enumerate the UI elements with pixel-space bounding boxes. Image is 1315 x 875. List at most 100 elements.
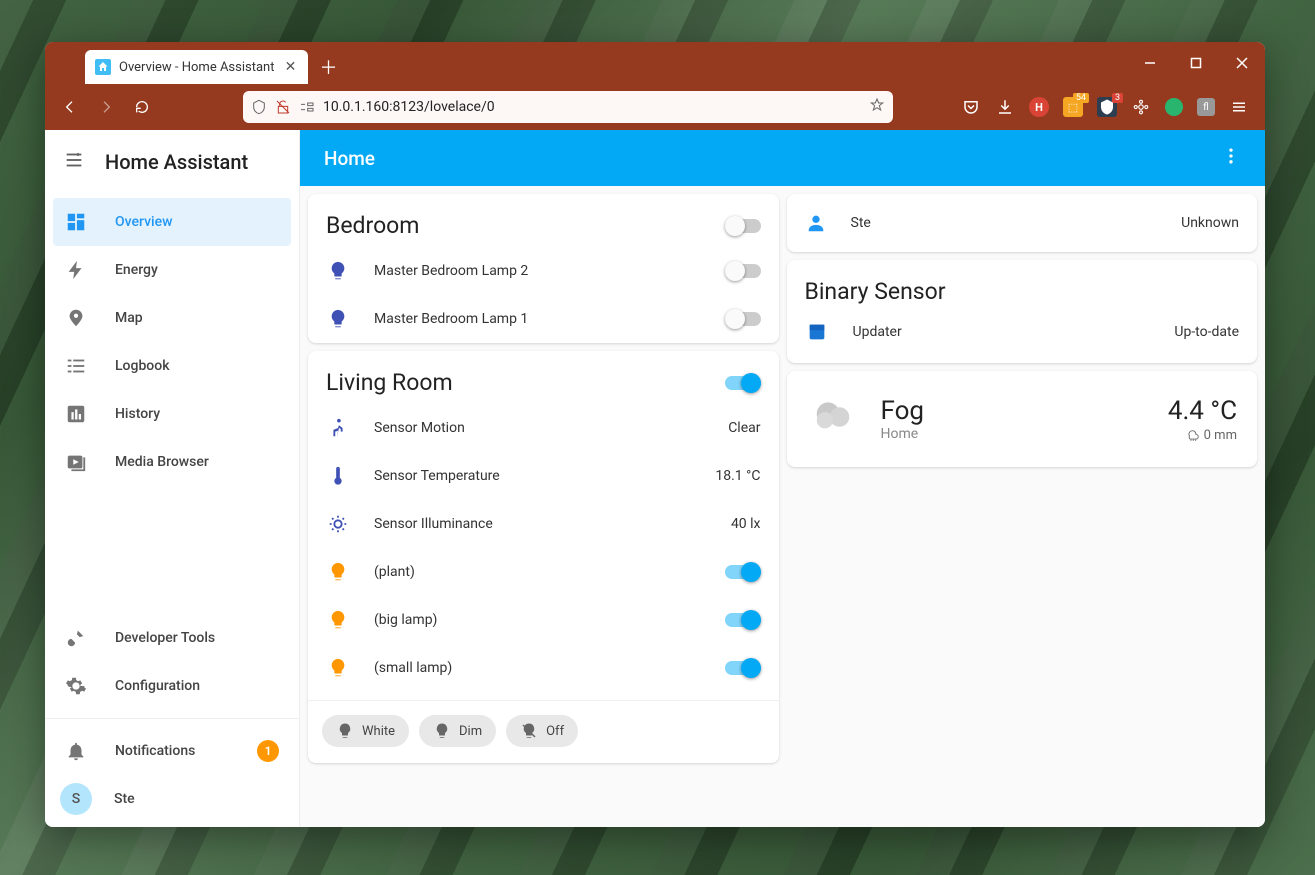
card-living-room: Living Room Sensor Motion Clear Sensor T… (308, 351, 779, 763)
avatar: S (60, 783, 92, 815)
row-label[interactable]: (big lamp) (374, 612, 701, 628)
card-person: Ste Unknown (787, 194, 1258, 252)
sidebar-item-label: Notifications (115, 743, 195, 759)
thermometer-icon (327, 465, 349, 487)
app-viewport: Home Assistant Overview Energy Map Logb (45, 130, 1265, 827)
scene-chip-off[interactable]: Off (506, 715, 578, 747)
lightbulb-icon (327, 308, 349, 330)
sidebar-item-label: Map (115, 310, 143, 326)
sidebar-nav: Overview Energy Map Logbook History (45, 194, 299, 490)
light-toggle[interactable] (725, 658, 761, 678)
entity-data-name: Master Bedroom Lamp 2 (308, 247, 779, 295)
favicon-icon (95, 59, 111, 75)
ext-green-icon[interactable] (1165, 98, 1183, 116)
row-label[interactable]: Master Bedroom Lamp 2 (374, 263, 701, 279)
bookmark-star-icon[interactable] (869, 97, 885, 117)
card-title: Living Room (326, 369, 453, 396)
row-label[interactable]: (small lamp) (374, 660, 701, 676)
overflow-menu-icon[interactable] (1221, 146, 1241, 170)
person-name[interactable]: Ste (851, 215, 871, 231)
url-bar[interactable]: 10.0.1.160:8123/lovelace/0 (243, 91, 893, 123)
row-label[interactable]: Sensor Temperature (374, 468, 691, 484)
card-weather[interactable]: Fog Home 4.4 °C 0 mm (787, 371, 1258, 467)
maximize-button[interactable] (1173, 42, 1219, 84)
shield-icon[interactable] (251, 99, 267, 115)
entity-row: Master Bedroom Lamp 1 (308, 295, 779, 343)
row-value: 18.1 °C (715, 468, 760, 484)
forward-button[interactable] (91, 92, 121, 122)
sidebar-item-user[interactable]: S Ste (53, 775, 291, 823)
browser-toolbar: 10.0.1.160:8123/lovelace/0 H ⬚ fl (45, 84, 1265, 130)
row-label[interactable]: Sensor Motion (374, 420, 704, 436)
sidebar-nav-footer: Notifications 1 S Ste (45, 723, 299, 827)
minimize-button[interactable] (1127, 42, 1173, 84)
page-title: Home (324, 147, 375, 170)
permissions-icon[interactable] (299, 99, 315, 115)
extensions-row: H ⬚ fl (961, 97, 1255, 117)
browser-menu-icon[interactable] (1229, 97, 1249, 117)
light-toggle[interactable] (725, 261, 761, 281)
browser-titlebar: Overview - Home Assistant ✕ ＋ (45, 42, 1265, 84)
sidebar: Home Assistant Overview Energy Map Logb (45, 130, 300, 827)
sidebar-item-logbook[interactable]: Logbook (53, 342, 291, 390)
ext-flower-icon[interactable] (1131, 97, 1151, 117)
package-icon (806, 321, 828, 343)
browser-tab[interactable]: Overview - Home Assistant ✕ (85, 50, 308, 84)
brightness-icon (327, 513, 349, 535)
row-label[interactable]: Master Bedroom Lamp 1 (374, 311, 701, 327)
ext-orange-icon[interactable]: ⬚ (1063, 97, 1083, 117)
ext-reader-icon[interactable]: fl (1197, 98, 1215, 116)
lock-off-icon[interactable] (275, 99, 291, 115)
row-value: Up-to-date (1174, 324, 1239, 340)
download-icon[interactable] (995, 97, 1015, 117)
sidebar-item-map[interactable]: Map (53, 294, 291, 342)
sidebar-item-media[interactable]: Media Browser (53, 438, 291, 486)
sidebar-header: Home Assistant (45, 130, 299, 194)
chip-label: Dim (459, 724, 482, 739)
weather-temperature: 4.4 °C (1168, 396, 1237, 426)
ext-h-icon[interactable]: H (1029, 97, 1049, 117)
row-label[interactable]: Updater (853, 324, 1151, 340)
main-panel: Home Bedroom Maste (300, 130, 1265, 827)
back-button[interactable] (55, 92, 85, 122)
reload-button[interactable] (127, 92, 157, 122)
url-text: 10.0.1.160:8123/lovelace/0 (323, 99, 861, 115)
close-window-button[interactable] (1219, 42, 1265, 84)
ext-shield-icon[interactable] (1097, 97, 1117, 117)
entity-row: Updater Up-to-date (787, 315, 1258, 363)
entity-row: Sensor Motion Clear (308, 404, 779, 452)
row-value: 40 lx (731, 516, 761, 532)
light-toggle[interactable] (725, 562, 761, 582)
sidebar-toggle-icon[interactable] (63, 149, 85, 175)
topbar: Home (300, 130, 1265, 186)
person-state: Unknown (1181, 215, 1239, 231)
dashboard-col-left: Bedroom Master Bedroom Lamp 2 Master Bed… (308, 194, 779, 819)
sidebar-item-notifications[interactable]: Notifications 1 (53, 727, 291, 775)
new-tab-button[interactable]: ＋ (314, 53, 342, 81)
scene-chip-dim[interactable]: Dim (419, 715, 496, 747)
weather-precip: 0 mm (1168, 428, 1237, 443)
light-toggle[interactable] (725, 610, 761, 630)
card-title: Binary Sensor (787, 260, 1258, 315)
sidebar-item-devtools[interactable]: Developer Tools (53, 614, 291, 662)
dashboard-content: Bedroom Master Bedroom Lamp 2 Master Bed… (300, 186, 1265, 827)
lightbulb-icon (327, 561, 349, 583)
scene-chip-white[interactable]: White (322, 715, 409, 747)
living-group-toggle[interactable] (725, 373, 761, 393)
bedroom-group-toggle[interactable] (725, 216, 761, 236)
sidebar-item-config[interactable]: Configuration (53, 662, 291, 710)
entity-row: (big lamp) (308, 596, 779, 644)
chip-label: Off (546, 724, 564, 739)
row-label[interactable]: (plant) (374, 564, 701, 580)
sidebar-item-overview[interactable]: Overview (53, 198, 291, 246)
lightbulb-icon (327, 260, 349, 282)
sidebar-item-energy[interactable]: Energy (53, 246, 291, 294)
light-toggle[interactable] (725, 309, 761, 329)
sidebar-item-label: Ste (114, 791, 135, 807)
sidebar-item-history[interactable]: History (53, 390, 291, 438)
pocket-icon[interactable] (961, 97, 981, 117)
chip-label: White (362, 724, 395, 739)
row-label[interactable]: Sensor Illuminance (374, 516, 707, 532)
tab-close-icon[interactable]: ✕ (282, 59, 298, 75)
sidebar-title: Home Assistant (105, 150, 248, 174)
